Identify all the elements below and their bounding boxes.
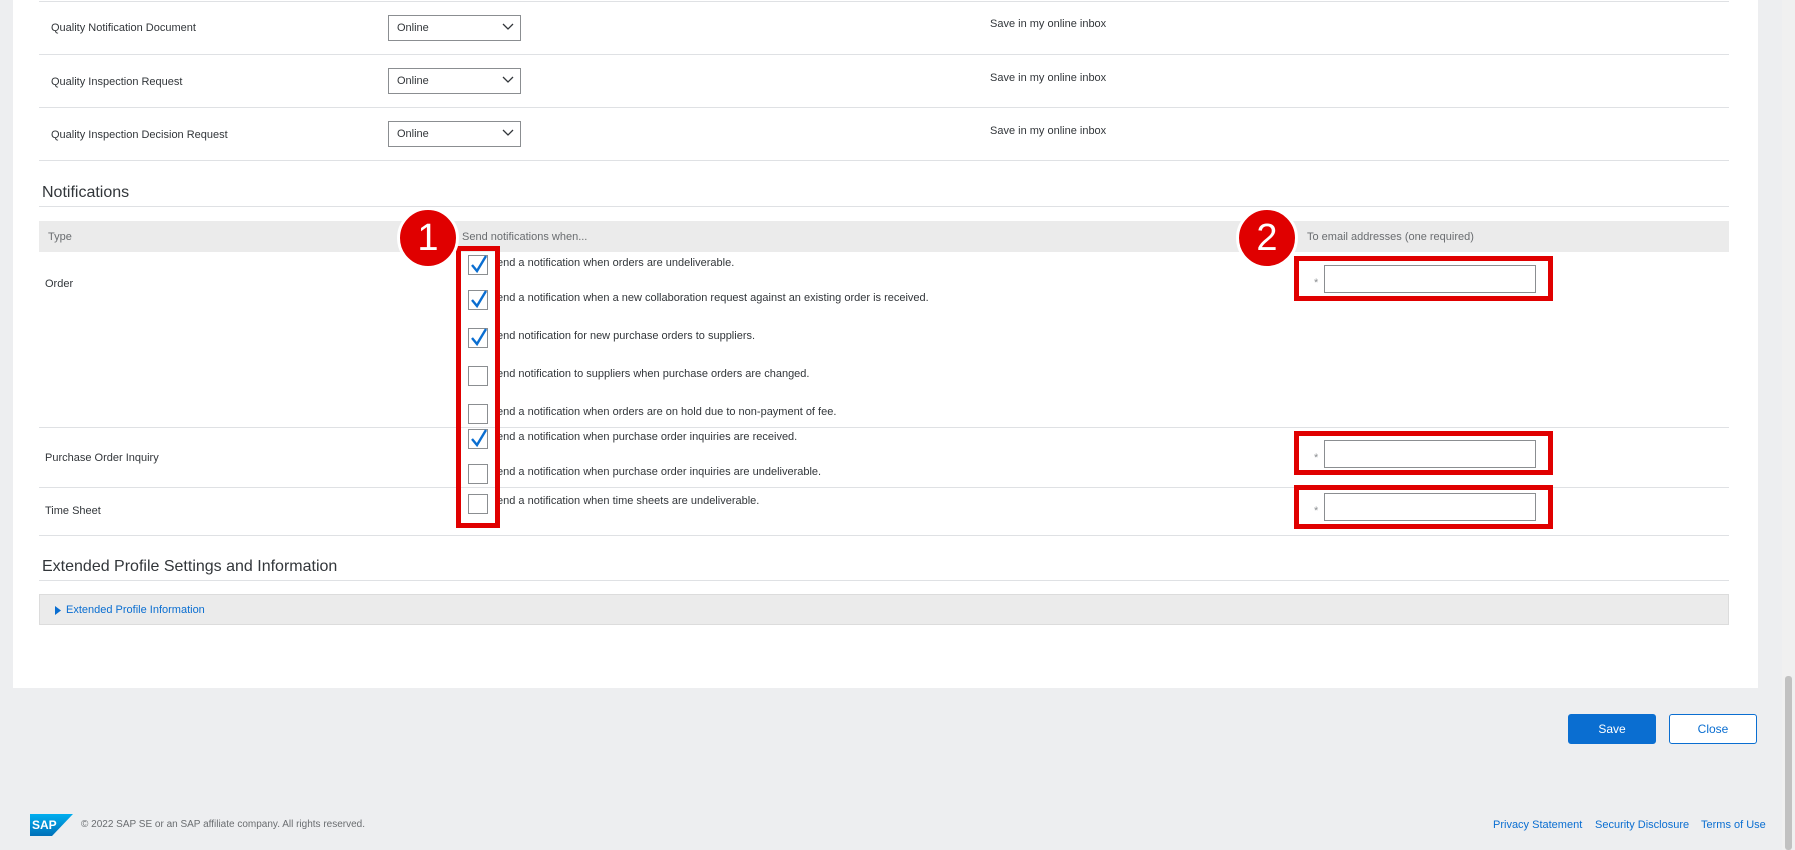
copyright: © 2022 SAP SE or an SAP affiliate compan…: [81, 819, 366, 830]
notification-type: Order: [45, 278, 74, 290]
notification-label: end notification for new purchase orders…: [497, 330, 756, 342]
notification-label: end a notification when purchase order i…: [497, 466, 822, 478]
format-select-value: Online: [397, 75, 429, 87]
format-select-value: Online: [397, 22, 429, 34]
chevron-down-icon: [502, 76, 514, 83]
notification-label: end a notification when time sheets are …: [497, 495, 760, 507]
extended-profile-row[interactable]: Extended Profile Information: [39, 594, 1729, 625]
document-name: Quality Inspection Request: [51, 76, 183, 88]
save-button[interactable]: Save: [1568, 714, 1656, 744]
annotation-marker-1: 1: [397, 207, 459, 269]
notification-label: end a notification when a new collaborat…: [497, 292, 929, 304]
column-email: To email addresses (one required): [1307, 231, 1474, 243]
format-select[interactable]: Online: [388, 68, 521, 94]
divider: [39, 160, 1729, 161]
format-select[interactable]: Online: [388, 121, 521, 147]
terms-of-use-link[interactable]: Terms of Use: [1701, 819, 1766, 831]
notifications-title: Notifications: [42, 184, 130, 201]
close-button[interactable]: Close: [1669, 714, 1757, 744]
document-action: Save in my online inbox: [990, 18, 1107, 30]
annotation-box-email: [1294, 431, 1553, 475]
notification-label: end a notification when orders are on ho…: [497, 406, 837, 418]
format-select[interactable]: Online: [388, 15, 521, 41]
notification-type: Purchase Order Inquiry: [45, 452, 159, 464]
annotation-box-checkboxes: [456, 246, 500, 528]
notification-label: end a notification when orders are undel…: [497, 257, 735, 269]
document-name: Quality Inspection Decision Request: [51, 129, 228, 141]
divider: [39, 107, 1729, 108]
annotation-marker-2: 2: [1236, 207, 1298, 269]
settings-panel: [13, 0, 1758, 688]
privacy-statement-link[interactable]: Privacy Statement: [1493, 819, 1582, 831]
column-when: Send notifications when...: [462, 231, 588, 243]
document-action: Save in my online inbox: [990, 125, 1107, 137]
security-disclosure-link[interactable]: Security Disclosure: [1595, 819, 1689, 831]
document-action: Save in my online inbox: [990, 72, 1107, 84]
sap-logo-text: SAP: [32, 818, 57, 832]
notification-label: end notification to suppliers when purch…: [497, 368, 810, 380]
divider: [39, 1, 1729, 2]
scrollbar-thumb[interactable]: [1785, 676, 1792, 850]
notification-label: end a notification when purchase order i…: [497, 431, 798, 443]
chevron-down-icon: [502, 23, 514, 30]
chevron-down-icon: [502, 129, 514, 136]
notifications-table-header: Type Send notifications when... To email…: [39, 221, 1729, 252]
document-name: Quality Notification Document: [51, 22, 196, 34]
annotation-box-email: [1294, 485, 1553, 529]
column-type: Type: [48, 231, 72, 243]
caret-right-icon: [55, 606, 61, 615]
format-select-value: Online: [397, 128, 429, 140]
divider: [39, 427, 1729, 428]
divider: [39, 206, 1729, 207]
divider: [39, 54, 1729, 55]
sap-logo: SAP: [30, 814, 73, 836]
extended-profile-link[interactable]: Extended Profile Information: [66, 604, 205, 616]
divider: [39, 580, 1729, 581]
annotation-box-email: [1294, 256, 1553, 301]
notification-type: Time Sheet: [45, 505, 101, 517]
extended-title: Extended Profile Settings and Informatio…: [42, 558, 338, 575]
divider: [39, 535, 1729, 536]
